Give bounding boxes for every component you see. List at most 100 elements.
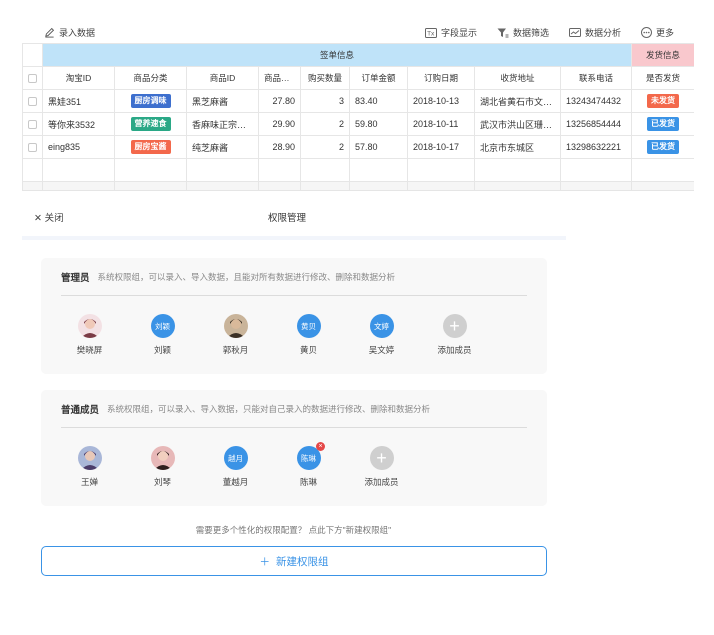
member-item[interactable]: 陈琳 × 陈琳 <box>272 442 345 488</box>
filter-icon <box>497 28 509 37</box>
column-header[interactable]: 收货地址 <box>474 66 561 90</box>
custom-permission-hint: 需要更多个性化的权限配置？ 点此下方"新建权限组" <box>195 525 392 535</box>
member-name: 董越月 <box>222 477 249 487</box>
avatar: 刘颖 <box>150 314 175 338</box>
cell-product-id: 黑芝麻酱 <box>186 89 259 113</box>
more-label: 更多 <box>655 28 674 38</box>
column-header[interactable]: 订单金额 <box>349 66 408 90</box>
data-analysis-button[interactable]: 数据分析 <box>568 26 621 39</box>
data-filter-button[interactable]: 数据筛选 <box>497 26 549 39</box>
data-table: 签单信息 发货信息 淘宝ID 商品分类 商品ID 商品价格 购买数量 订单金额 … <box>22 43 694 190</box>
member-list: 樊晓屏 刘颖 刘颖 郭秋月 黄贝 黄贝 文婷 吴文婷 + 添加成员 <box>53 314 491 356</box>
member-item[interactable]: 越月 董越月 <box>199 446 272 488</box>
table-row[interactable]: 等你来3532 营养速食 香麻味正宗热... 29.90 2 59.80 2018-10-1… <box>22 112 694 136</box>
row-checkbox[interactable] <box>22 89 43 113</box>
group-header-order: 签单信息 <box>41 43 633 67</box>
column-header[interactable]: 联系电话 <box>559 66 633 90</box>
tag-badge: 已发货 <box>647 140 680 154</box>
column-header[interactable]: 商品分类 <box>114 66 187 90</box>
cell-quantity: 2 <box>300 135 350 159</box>
field-display-label: 字段显示 <box>440 28 477 38</box>
cell-amount: 59.80 <box>349 112 408 136</box>
column-header[interactable]: 购买数量 <box>300 66 350 90</box>
field-display-button[interactable]: Tx 字段显示 <box>424 26 477 39</box>
svg-text:Tx: Tx <box>426 30 435 37</box>
cell-phone: 13243474432 <box>559 89 633 113</box>
tag-badge: 已发货 <box>647 117 680 131</box>
close-label: 关闭 <box>44 213 64 224</box>
column-header[interactable]: 商品价格 <box>258 66 301 90</box>
cell-price: 27.80 <box>258 89 301 113</box>
role-description: 系统权限组，可以录入、导入数据，且能对所有数据进行修改、删除和数据分析 <box>97 272 396 282</box>
select-all-checkbox[interactable] <box>22 66 43 90</box>
member-item[interactable]: 王婵 <box>53 446 126 488</box>
close-button[interactable]: ✕ 关闭 <box>34 210 64 224</box>
member-item[interactable]: 刘颖 刘颖 <box>126 314 199 356</box>
add-member-button[interactable]: + 添加成员 <box>418 314 491 356</box>
avatar: 黄贝 <box>296 314 321 338</box>
role-card-member: 普通成员 系统权限组，可以录入、导入数据，只能对自己录入的数据进行修改、删除和数… <box>41 390 547 506</box>
member-name: 刘颖 <box>153 345 171 355</box>
tag-badge: 未发货 <box>647 94 680 108</box>
member-name: 樊晓屏 <box>76 345 103 355</box>
cell-product-id: 香麻味正宗热... <box>186 112 259 136</box>
close-icon: ✕ <box>34 213 42 224</box>
member-name: 王婵 <box>80 477 98 487</box>
data-filter-label: 数据筛选 <box>512 28 549 38</box>
column-header[interactable]: 是否发货 <box>631 66 694 90</box>
pencil-icon <box>45 27 55 38</box>
cell-price: 29.90 <box>258 112 301 136</box>
role-title: 管理员 <box>61 273 90 284</box>
row-checkbox[interactable] <box>22 135 43 159</box>
table-row[interactable]: 黑娃351 厨房调味 黑芝麻酱 27.80 3 83.40 2018-10-13 湖北省黄石市… <box>22 89 694 113</box>
avatar: 越月 <box>223 446 248 470</box>
panel-title: 权限管理 <box>268 213 307 224</box>
cell-amount: 83.40 <box>349 89 408 113</box>
add-member-label: 添加成员 <box>437 345 472 355</box>
permission-panel-header: ✕ 关闭 权限管理 <box>22 196 566 240</box>
role-card-header: 管理员 系统权限组，可以录入、导入数据，且能对所有数据进行修改、删除和数据分析 <box>61 270 527 296</box>
cell-address: 北京市东城区 <box>474 135 561 159</box>
row-checkbox[interactable] <box>22 112 43 136</box>
cell-product-id: 纯芝麻酱 <box>186 135 259 159</box>
more-button[interactable]: 更多 <box>640 26 674 39</box>
member-name: 吴文婷 <box>368 345 395 355</box>
cell-address: 湖北省黄石市文化... <box>474 89 561 113</box>
new-permission-group-button[interactable]: ＋ 新建权限组 <box>41 546 547 576</box>
cell-price: 28.90 <box>258 135 301 159</box>
new-permission-group-label: 新建权限组 <box>276 555 329 568</box>
tag-badge: 厨房调味 <box>130 94 171 108</box>
member-list: 王婵 刘琴 越月 董越月 陈琳 × 陈琳 + 添加成员 <box>53 442 418 488</box>
table-row[interactable]: eing835 厨房宝酱 纯芝麻酱 28.90 2 57.80 2018-10-17 北京市东… <box>22 135 694 159</box>
cell-shipped: 未发货 <box>631 89 694 113</box>
table-row-empty <box>22 181 694 190</box>
remove-member-icon[interactable]: × <box>316 442 325 451</box>
cell-shipped: 已发货 <box>631 112 694 136</box>
add-member-button[interactable]: + 添加成员 <box>345 446 418 488</box>
avatar: 文婷 <box>369 314 394 338</box>
import-data-label: 录入数据 <box>59 28 96 38</box>
plus-icon: ＋ <box>259 555 271 568</box>
cell-phone: 13298632221 <box>559 135 633 159</box>
avatar <box>223 314 248 338</box>
role-title: 普通成员 <box>61 405 100 416</box>
column-header[interactable]: 淘宝ID <box>42 66 115 90</box>
analysis-icon <box>568 27 581 37</box>
column-header[interactable]: 订购日期 <box>407 66 475 90</box>
cell-amount: 57.80 <box>349 135 408 159</box>
role-description: 系统权限组，可以录入、导入数据，只能对自己录入的数据进行修改、删除和数据分析 <box>107 404 431 414</box>
role-card-header: 普通成员 系统权限组，可以录入、导入数据，只能对自己录入的数据进行修改、删除和数… <box>61 402 527 428</box>
group-header-blank <box>22 43 43 67</box>
member-item[interactable]: 刘琴 <box>126 446 199 488</box>
avatar <box>150 446 175 470</box>
member-item[interactable]: 郭秋月 <box>199 314 272 356</box>
column-header[interactable]: 商品ID <box>186 66 259 90</box>
cell-date: 2018-10-17 <box>407 135 475 159</box>
member-item[interactable]: 黄贝 黄贝 <box>272 314 345 356</box>
import-data-button[interactable]: 录入数据 <box>44 26 95 39</box>
role-card-admin: 管理员 系统权限组，可以录入、导入数据，且能对所有数据进行修改、删除和数据分析 … <box>41 258 547 374</box>
table-row-empty <box>22 158 694 182</box>
member-item[interactable]: 樊晓屏 <box>53 314 126 356</box>
member-item[interactable]: 文婷 吴文婷 <box>345 314 418 356</box>
top-toolbar: 录入数据 Tx 字段显示 数据筛选 数据分析 更多 <box>0 0 714 42</box>
